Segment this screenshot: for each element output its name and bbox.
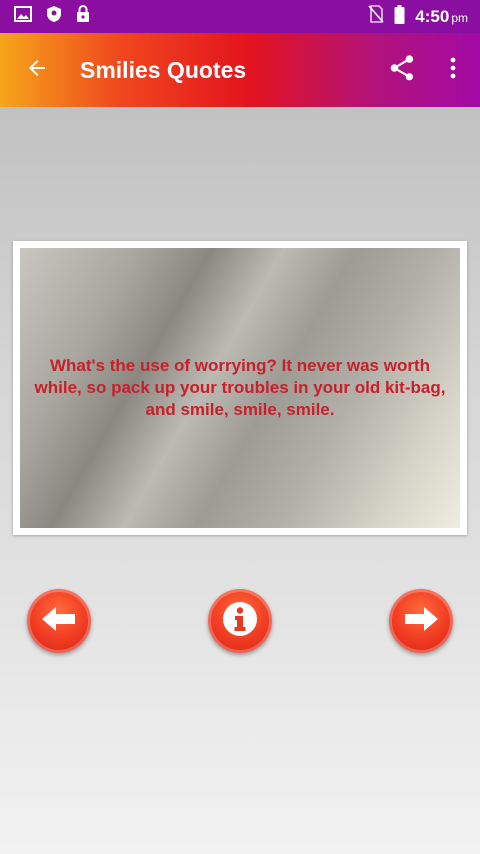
page-title: Smilies Quotes xyxy=(80,56,247,83)
clock-time: 4:50 xyxy=(415,6,450,26)
lock-icon xyxy=(76,5,90,28)
back-button[interactable] xyxy=(8,33,66,107)
quote-background: What's the use of worrying? It never was… xyxy=(20,248,460,528)
battery-icon xyxy=(394,4,405,29)
more-vert-icon xyxy=(450,57,456,84)
app-bar: Smilies Quotes xyxy=(0,33,480,107)
clock: 4:50 pm xyxy=(415,7,468,27)
no-sim-icon xyxy=(368,5,384,28)
status-bar: 4:50 pm xyxy=(0,0,480,33)
share-button[interactable] xyxy=(380,33,424,107)
status-right-icons: 4:50 pm xyxy=(368,4,468,29)
image-icon xyxy=(14,6,32,27)
quote-card: What's the use of worrying? It never was… xyxy=(13,241,467,535)
shield-icon xyxy=(46,5,62,28)
quote-text: What's the use of worrying? It never was… xyxy=(34,356,446,419)
info-button[interactable] xyxy=(208,589,272,653)
next-quote-button[interactable] xyxy=(389,589,453,653)
arrow-right-icon xyxy=(402,604,440,639)
previous-quote-button[interactable] xyxy=(27,589,91,653)
info-icon xyxy=(222,601,258,642)
arrow-left-icon xyxy=(40,604,78,639)
share-icon xyxy=(387,53,417,88)
arrow-left-icon xyxy=(25,56,49,85)
clock-ampm: pm xyxy=(451,10,468,25)
status-left-icons xyxy=(14,5,90,28)
more-options-button[interactable] xyxy=(438,33,468,107)
